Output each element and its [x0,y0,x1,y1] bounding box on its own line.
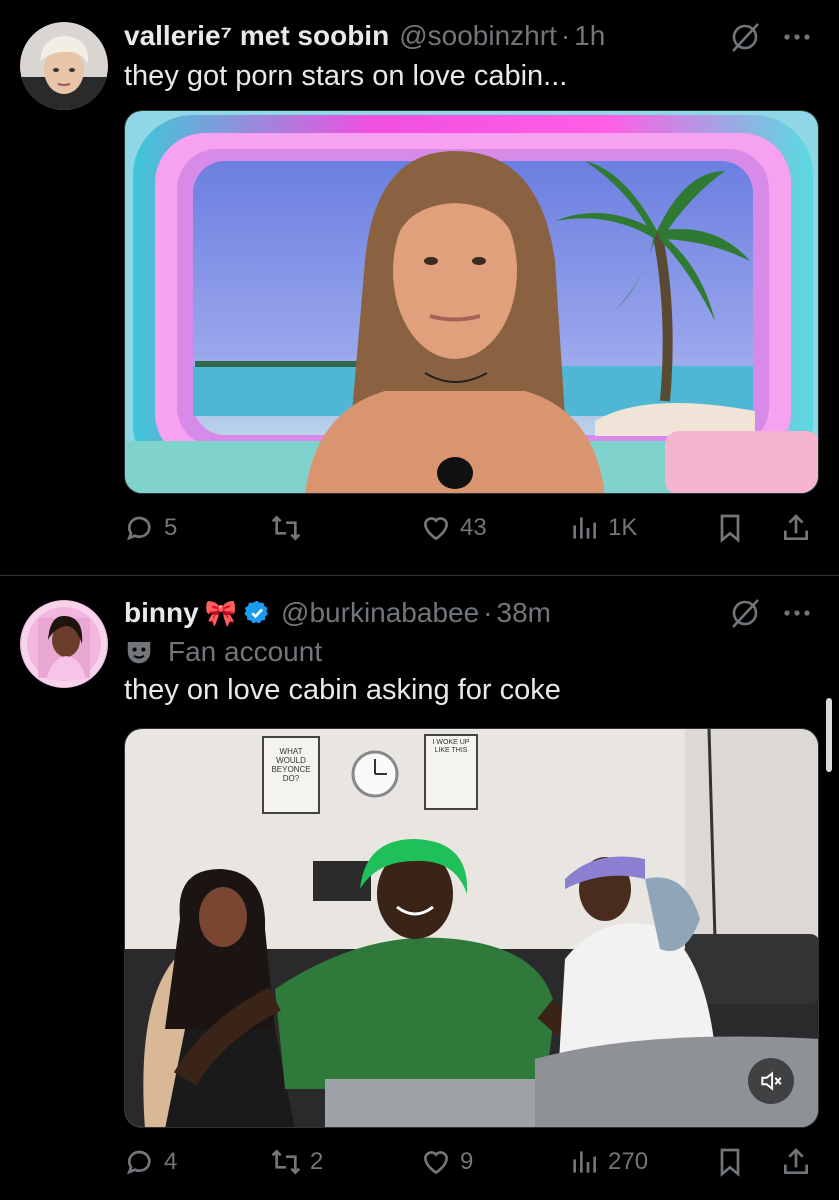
fan-account-text: Fan account [168,636,323,667]
poster-left-text: WHAT WOULD BEYONCE DO? [271,747,311,783]
bookmark-button[interactable] [714,506,746,550]
tweet-1[interactable]: vallerie⁷ met soobin @soobinzhrt · 1h th… [0,0,839,575]
repost-count: 2 [310,1148,324,1175]
action-bar: 4 2 9 270 [124,1140,824,1184]
views-count: 1K [608,514,638,541]
views-button[interactable]: 270 [568,1140,648,1184]
views-count: 270 [608,1148,649,1175]
bookmark-icon [720,1148,740,1177]
share-button[interactable] [780,1140,812,1184]
share-button[interactable] [780,506,812,550]
user-handle[interactable]: @burkinababee [281,597,479,629]
views-icon [573,517,596,539]
reply-icon [127,1150,151,1175]
like-icon [423,517,449,541]
share-icon [784,1148,808,1174]
repost-icon [271,1149,301,1175]
timestamp[interactable]: 1h [574,20,605,52]
avatar[interactable] [20,22,108,110]
bookmark-button[interactable] [714,1140,746,1184]
views-button[interactable]: 1K [568,506,637,550]
share-icon [784,514,808,540]
mute-button[interactable] [748,1058,794,1104]
scrollbar[interactable] [826,698,832,772]
separator-dot: · [560,20,571,51]
fan-mask-icon [127,642,151,664]
tweet-header: binny 🎀 @burkinababee · 38m [124,593,551,633]
tweet-video[interactable]: WHAT WOULD BEYONCE DO? I WOKE UP LIKE TH… [124,728,819,1128]
verified-icon [244,600,269,624]
tweet-text: they got porn stars on love cabin... [124,60,568,92]
fan-account-label: Fan account [124,634,322,670]
bookmark-icon [720,514,740,543]
views-icon [573,1151,596,1173]
like-count: 9 [460,1148,474,1175]
tweet-text: they on love cabin asking for coke [124,674,561,706]
reply-icon [127,516,151,541]
reply-button[interactable]: 4 [124,1140,177,1184]
grok-icon[interactable] [728,20,762,54]
more-icon[interactable] [780,596,814,630]
mute-icon [761,1071,782,1091]
avatar[interactable] [20,600,108,688]
repost-button[interactable]: 2 [270,1140,323,1184]
like-icon [423,1151,449,1175]
separator-dot: · [483,597,493,628]
user-handle[interactable]: @soobinzhrt [399,20,557,52]
timestamp[interactable]: 38m [497,597,551,629]
tweet-header: vallerie⁷ met soobin @soobinzhrt · 1h [124,16,605,56]
like-button[interactable]: 9 [420,1140,473,1184]
grok-icon[interactable] [728,596,762,630]
tweet-image[interactable] [124,110,819,494]
poster-right-text: I WOKE UP LIKE THIS [432,739,470,754]
display-name[interactable]: binny [124,597,199,629]
more-icon[interactable] [780,20,814,54]
reply-button[interactable]: 5 [124,506,177,550]
like-count: 43 [460,514,487,541]
action-bar: 5 43 1K [124,506,824,550]
ribbon-emoji: 🎀 [204,597,238,628]
tweet-2[interactable]: binny 🎀 @burkinababee · 38m Fan account … [0,576,839,1200]
reply-count: 4 [164,1148,178,1175]
repost-icon [271,515,301,541]
reply-count: 5 [164,514,178,541]
display-name[interactable]: vallerie⁷ met soobin [124,20,389,52]
like-button[interactable]: 43 [420,506,487,550]
repost-button[interactable] [270,506,310,550]
